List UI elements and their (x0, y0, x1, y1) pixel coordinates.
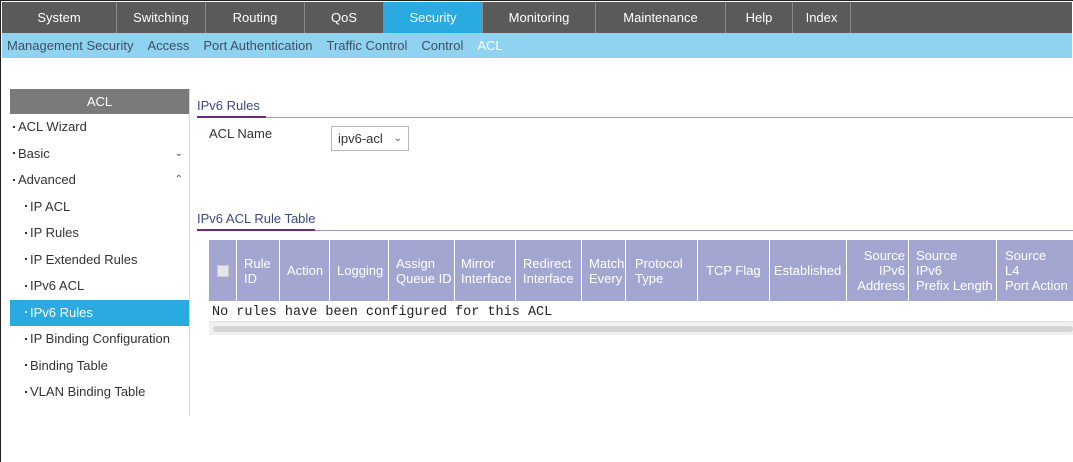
sidebar-item-ipv6-rules[interactable]: IPv6 Rules (10, 299, 189, 326)
bullet-icon (25, 231, 27, 234)
sidebar-item-label: ACL Wizard (18, 119, 87, 134)
sidebar-item-label: IP ACL (30, 198, 71, 214)
column-header[interactable]: Source IPv6 Prefix Length (909, 240, 997, 301)
sidebar-item-binding-table[interactable]: Binding Table (10, 353, 189, 380)
column-header[interactable]: Assign Queue ID (389, 240, 455, 301)
tab-security[interactable]: Security (384, 2, 483, 33)
sub-nav: Management Security Access Port Authenti… (2, 33, 1072, 58)
sidebar-item-advanced[interactable]: Advanced ⌃ (10, 167, 189, 194)
sidebar-item-label: Basic (18, 145, 50, 161)
sidebar: ACL ACL Wizard Basic ⌄ Advanced ⌃ IP ACL I… (10, 89, 190, 416)
sidebar-item-label: IP Rules (30, 225, 79, 240)
tab-system[interactable]: System (2, 2, 117, 33)
sidebar-item-ip-rules[interactable]: IP Rules (10, 220, 189, 247)
column-header[interactable]: Source L4 Port Action (997, 240, 1073, 301)
tab-help[interactable]: Help (726, 2, 793, 33)
bullet-icon (25, 337, 27, 340)
column-header[interactable]: Established (770, 240, 847, 301)
tab-index[interactable]: Index (793, 2, 851, 33)
sidebar-item-ipv6-acl[interactable]: IPv6 ACL (10, 273, 189, 300)
chevron-down-icon: ⌄ (393, 133, 402, 144)
sidebar-item-acl-wizard[interactable]: ACL Wizard (10, 114, 189, 141)
bullet-icon (25, 390, 27, 393)
column-header[interactable]: Logging (330, 240, 389, 301)
sidebar-title: ACL (10, 89, 189, 114)
sidebar-item-label: IPv6 ACL (30, 278, 85, 293)
select-all-cell (209, 240, 237, 301)
bullet-icon (25, 205, 27, 208)
rule-table-header: Rule ID Action Logging Assign Queue ID M… (209, 240, 1073, 301)
empty-table-message: No rules have been configured for this A… (212, 305, 553, 320)
section-title-ipv6-rules: IPv6 Rules (197, 98, 260, 113)
sidebar-item-ip-acl[interactable]: IP ACL (10, 194, 189, 221)
tab-routing[interactable]: Routing (206, 2, 305, 33)
subnav-port-authentication[interactable]: Port Authentication (196, 38, 319, 53)
sidebar-item-basic[interactable]: Basic ⌄ (10, 141, 189, 168)
sidebar-item-label: IP Binding Configuration (30, 331, 170, 346)
chevron-up-icon: ⌃ (174, 174, 183, 185)
sidebar-item-label: Advanced (18, 172, 76, 187)
sidebar-item-label: IP Extended Rules (30, 251, 138, 267)
chevron-down-icon: ⌄ (174, 147, 183, 159)
sidebar-item-label: Binding Table (30, 357, 108, 373)
acl-name-value: ipv6-acl (338, 131, 383, 146)
section-title-rule-table: IPv6 ACL Rule Table (197, 211, 316, 226)
bullet-icon (25, 284, 27, 287)
column-header[interactable]: Protocol Type (626, 240, 698, 301)
subnav-acl[interactable]: ACL (470, 38, 509, 53)
subnav-management-security[interactable]: Management Security (2, 38, 140, 53)
sidebar-item-vlan-binding-table[interactable]: VLAN Binding Table (10, 379, 189, 406)
subnav-traffic-control[interactable]: Traffic Control (320, 38, 415, 53)
scrollbar-thumb[interactable] (213, 326, 1073, 332)
tab-monitoring[interactable]: Monitoring (483, 2, 596, 33)
bullet-icon (13, 178, 15, 181)
column-header[interactable]: Rule ID (237, 240, 280, 301)
tab-switching[interactable]: Switching (117, 2, 206, 33)
sidebar-item-label: VLAN Binding Table (30, 384, 146, 399)
section-divider (197, 230, 1073, 231)
column-header[interactable]: Match Every (582, 240, 626, 301)
section-underline (197, 229, 315, 231)
column-header[interactable]: Action (280, 240, 330, 301)
section-underline (197, 116, 266, 118)
bullet-icon (25, 364, 27, 367)
sidebar-item-ip-extended-rules[interactable]: IP Extended Rules (10, 247, 189, 274)
top-nav: System Switching Routing QoS Security Mo… (2, 2, 1072, 33)
bullet-icon (25, 258, 27, 261)
bullet-icon (13, 125, 15, 128)
acl-name-label: ACL Name (209, 126, 273, 141)
column-header[interactable]: Source IPv6 Address (847, 240, 909, 301)
bullet-icon (13, 152, 15, 155)
column-header[interactable]: Mirror Interface (455, 240, 516, 301)
sidebar-item-ip-binding-configuration[interactable]: IP Binding Configuration (10, 326, 189, 353)
subnav-control[interactable]: Control (414, 38, 470, 53)
top-nav-filler (851, 2, 1072, 33)
column-header[interactable]: TCP Flag (698, 240, 770, 301)
horizontal-scrollbar[interactable] (209, 321, 1073, 335)
acl-name-select[interactable]: ipv6-acl ⌄ (331, 126, 409, 151)
tab-qos[interactable]: QoS (305, 2, 384, 33)
subnav-access[interactable]: Access (140, 38, 196, 53)
column-header[interactable]: Redirect Interface (516, 240, 582, 301)
bullet-icon (25, 311, 27, 314)
tab-maintenance[interactable]: Maintenance (596, 2, 726, 33)
select-all-checkbox[interactable] (217, 264, 229, 277)
sidebar-item-label: IPv6 Rules (30, 304, 93, 320)
section-divider (197, 117, 1073, 118)
